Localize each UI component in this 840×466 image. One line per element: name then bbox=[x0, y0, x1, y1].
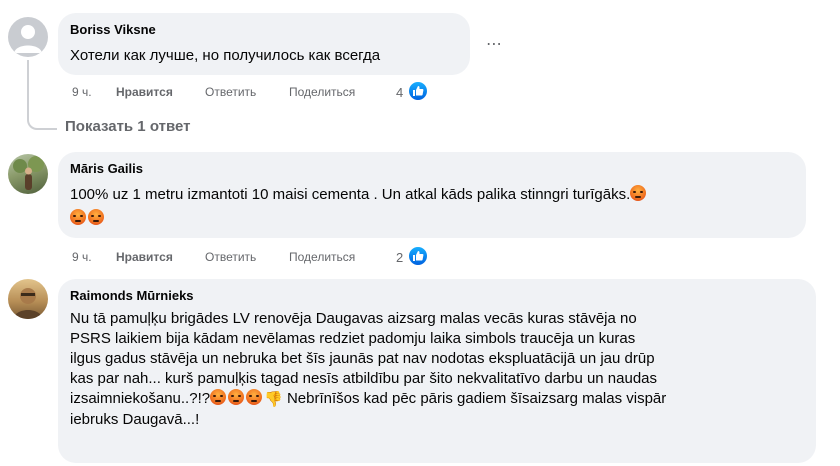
like-reaction-icon[interactable] bbox=[407, 80, 429, 102]
comment-text-line: iebruks Daugavā...! bbox=[70, 411, 200, 428]
like-button[interactable]: Нравится bbox=[116, 85, 173, 99]
angry-face-icon bbox=[630, 185, 647, 201]
comment-text-segment: Nebrīnīšos kad pēc pāris gadiem šīsaizsa… bbox=[286, 390, 667, 407]
more-options-icon[interactable]: ⋯ bbox=[486, 34, 502, 54]
comment-text-line: ilgus gadus stāvēja un nebruka bet šīs j… bbox=[70, 350, 655, 367]
comment-bubble: Raimonds Mūrnieks Nu tā pamuļķu brigādes… bbox=[58, 279, 816, 463]
comment-text-line: 100% uz 1 metru izmantoti 10 maisi cemen… bbox=[70, 186, 631, 203]
profile-photo-icon bbox=[13, 288, 43, 319]
avatar[interactable] bbox=[8, 279, 48, 319]
angry-face-icon bbox=[246, 389, 263, 405]
comment-text: Хотели как лучше, но получилось как всег… bbox=[70, 47, 381, 64]
profile-photo-icon bbox=[13, 156, 44, 190]
comment-text-line: izsaimniekošanu..?!? 👎 Nebrīnīšos kad pēc… bbox=[70, 389, 810, 410]
comment-author[interactable]: Raimonds Mūrnieks bbox=[70, 288, 194, 303]
like-button[interactable]: Нравится bbox=[116, 250, 173, 264]
avatar-default[interactable] bbox=[8, 17, 48, 57]
comment-text-segment: izsaimniekošanu..?!? bbox=[70, 390, 211, 407]
comment-time[interactable]: 9 ч. bbox=[72, 85, 92, 99]
reaction-count[interactable]: 2 bbox=[396, 250, 403, 265]
angry-face-icon bbox=[88, 209, 104, 225]
like-reaction-icon[interactable] bbox=[407, 245, 429, 267]
comment-time[interactable]: 9 ч. bbox=[72, 250, 92, 264]
angry-face-icon bbox=[70, 209, 86, 225]
comment-text-line: PSRS laikiem bija kādam nevēlamas redzie… bbox=[70, 330, 636, 347]
comment-author[interactable]: Boriss Viksne bbox=[70, 22, 156, 37]
share-button[interactable]: Поделиться bbox=[289, 85, 355, 99]
comment-text: 100% uz 1 metru izmantoti 10 maisi cemen… bbox=[70, 185, 800, 229]
comment-text-line: Nu tā pamuļķu brigādes LV renovēja Dauga… bbox=[70, 310, 637, 327]
reply-button[interactable]: Ответить bbox=[205, 250, 256, 264]
default-user-icon bbox=[14, 25, 42, 53]
angry-face-icon bbox=[228, 389, 245, 405]
thumbs-down-icon: 👎 bbox=[264, 391, 283, 408]
comment-bubble: Māris Gailis 100% uz 1 metru izmantoti 1… bbox=[58, 152, 806, 238]
comment-text-line: kas par nah... kurš pamuļķis tagad nesīs… bbox=[70, 370, 658, 387]
comment-bubble: Boriss Viksne Хотели как лучше, но получ… bbox=[58, 13, 470, 75]
avatar[interactable] bbox=[8, 154, 48, 194]
comment-author[interactable]: Māris Gailis bbox=[70, 161, 143, 176]
reaction-count[interactable]: 4 bbox=[396, 85, 403, 100]
show-replies-link[interactable]: Показать 1 ответ bbox=[65, 118, 190, 135]
reply-thread-line bbox=[27, 60, 57, 130]
reply-button[interactable]: Ответить bbox=[205, 85, 256, 99]
angry-face-icon bbox=[210, 389, 227, 405]
share-button[interactable]: Поделиться bbox=[289, 250, 355, 264]
comment-text: Nu tā pamuļķu brigādes LV renovēja Dauga… bbox=[70, 309, 810, 430]
